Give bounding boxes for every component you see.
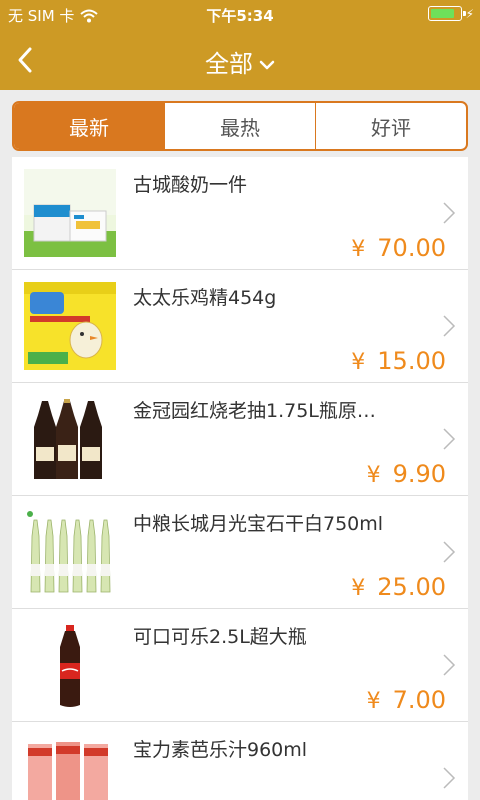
currency-symbol: ¥	[366, 463, 381, 488]
product-list: 古城酸奶一件 ¥70.00 太太乐鸡精454g ¥15.00 金冠园红烧老抽1.…	[12, 157, 468, 800]
chevron-right-icon	[443, 202, 456, 224]
product-item-cola[interactable]: 可口可乐2.5L超大瓶 ¥7.00	[12, 609, 468, 722]
currency-symbol: ¥	[351, 350, 366, 375]
tab-hottest[interactable]: 最热	[164, 103, 315, 149]
currency-symbol: ¥	[351, 576, 366, 601]
product-item-guava-juice[interactable]: 宝力素芭乐汁960ml	[12, 722, 468, 800]
product-image-yogurt	[24, 169, 116, 257]
charging-icon: ⚡	[465, 6, 474, 21]
product-name: 金冠园红烧老抽1.75L瓶原…	[133, 400, 376, 422]
currency-symbol: ¥	[366, 689, 381, 714]
price-value: 7.00	[392, 686, 446, 714]
battery-level	[430, 9, 455, 18]
product-image-white-wine	[24, 508, 116, 596]
product-price: ¥9.90	[367, 460, 446, 488]
product-item-chicken-essence[interactable]: 太太乐鸡精454g ¥15.00	[12, 270, 468, 383]
product-name: 古城酸奶一件	[133, 174, 248, 196]
chevron-right-icon	[443, 315, 456, 337]
product-item-white-wine[interactable]: 中粮长城月光宝石干白750ml ¥25.00	[12, 496, 468, 609]
page-title: 全部	[205, 50, 253, 78]
app-header: 无 SIM 卡 下午5:34 ⚡ 全部	[0, 0, 480, 90]
tab-newest[interactable]: 最新	[14, 103, 164, 149]
category-dropdown[interactable]: 全部	[0, 44, 480, 79]
price-value: 25.00	[377, 573, 446, 601]
product-price: ¥70.00	[351, 234, 446, 262]
product-price: ¥7.00	[367, 686, 446, 714]
product-image-chicken-essence	[24, 282, 116, 370]
status-bar: 无 SIM 卡 下午5:34 ⚡	[0, 0, 480, 30]
price-value: 15.00	[377, 347, 446, 375]
product-item-soy-sauce[interactable]: 金冠园红烧老抽1.75L瓶原… ¥9.90	[12, 383, 468, 496]
product-name: 太太乐鸡精454g	[133, 287, 277, 309]
product-image-soy-sauce	[24, 395, 116, 483]
chevron-right-icon	[443, 654, 456, 676]
product-price: ¥25.00	[351, 573, 446, 601]
chevron-right-icon	[443, 767, 456, 789]
clock: 下午5:34	[206, 7, 274, 25]
product-item-yogurt[interactable]: 古城酸奶一件 ¥70.00	[12, 157, 468, 270]
product-name: 可口可乐2.5L超大瓶	[133, 626, 307, 648]
product-name: 宝力素芭乐汁960ml	[133, 739, 308, 761]
currency-symbol: ¥	[351, 237, 366, 262]
chevron-down-icon	[259, 60, 275, 70]
product-price: ¥15.00	[351, 347, 446, 375]
price-value: 9.90	[392, 460, 446, 488]
product-name: 中粮长城月光宝石干白750ml	[133, 513, 384, 535]
tab-top-rated[interactable]: 好评	[315, 103, 466, 149]
price-value: 70.00	[377, 234, 446, 262]
sort-tabs: 最新 最热 好评	[12, 101, 468, 151]
status-right: ⚡	[427, 6, 474, 21]
chevron-right-icon	[443, 541, 456, 563]
product-image-guava-juice	[24, 734, 116, 800]
chevron-right-icon	[443, 428, 456, 450]
product-image-cola	[24, 621, 116, 709]
nav-bar: 全部	[0, 30, 480, 90]
battery-icon	[427, 6, 466, 21]
